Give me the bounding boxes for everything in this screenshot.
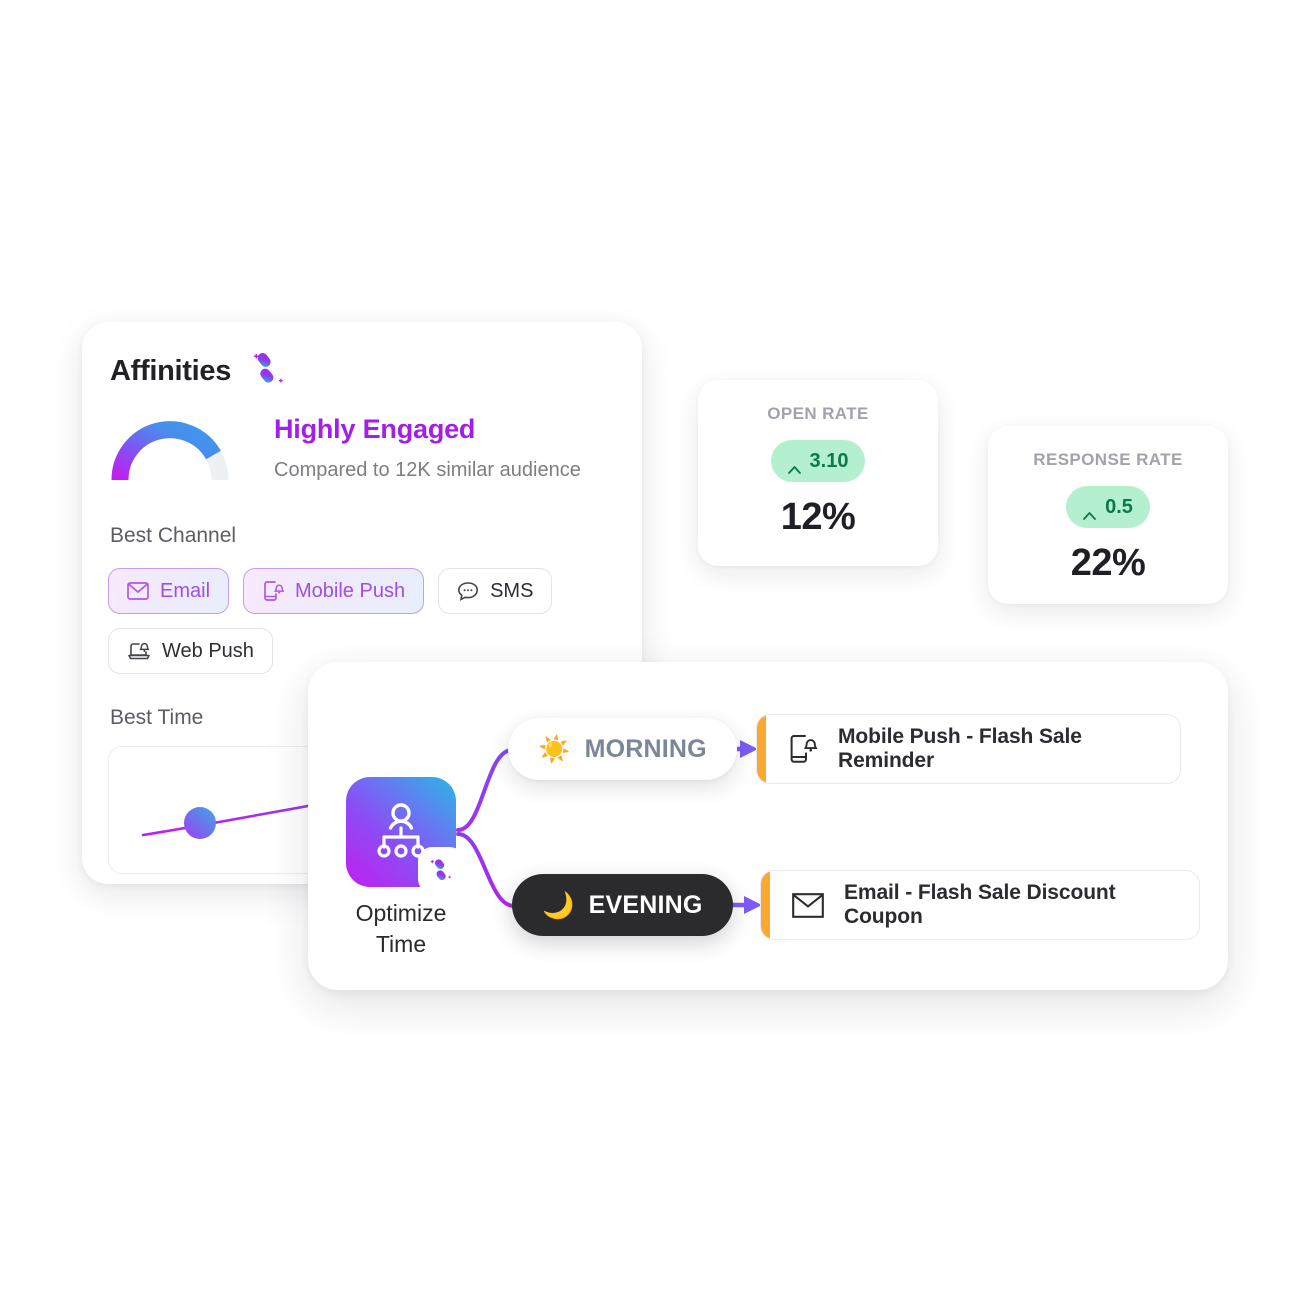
- kpi-delta-badge: 3.10: [770, 440, 866, 482]
- message-card-mobile-push[interactable]: Mobile Push - Flash Sale Reminder: [756, 714, 1181, 784]
- kpi-delta-value: 0.5: [1105, 495, 1133, 518]
- engagement-summary: Highly Engaged Compared to 12K similar a…: [108, 414, 618, 522]
- ai-sparkle-icon: [418, 847, 464, 893]
- kpi-value: 12%: [780, 496, 856, 538]
- optimize-time-flow-card: Optimize Time ☀️ MORNING Mobile Push - F…: [308, 662, 1228, 990]
- best-channel-label: Best Channel: [110, 524, 237, 547]
- caret-up-icon: [1083, 503, 1096, 520]
- channel-chip-label: SMS: [490, 579, 534, 602]
- mobile-bell-icon: [788, 733, 818, 765]
- channel-chip-web-push[interactable]: Web Push: [108, 628, 273, 674]
- channel-chip-mobile-push[interactable]: Mobile Push: [243, 568, 425, 614]
- envelope-icon: [127, 582, 149, 600]
- message-card-label: Mobile Push - Flash Sale Reminder: [838, 725, 1082, 772]
- channel-chip-label: Web Push: [162, 639, 254, 662]
- message-card-email[interactable]: Email - Flash Sale Discount Coupon: [760, 870, 1200, 940]
- optimize-time-icon[interactable]: [346, 777, 464, 893]
- engagement-subtitle: Compared to 12K similar audience: [274, 459, 581, 481]
- kpi-card-response-rate: RESPONSE RATE 0.5 22%: [988, 426, 1228, 604]
- accent-bar: [761, 871, 770, 939]
- optimize-time-caption: Optimize Time: [336, 898, 466, 960]
- time-pill-label: MORNING: [584, 734, 707, 763]
- message-card-label: Email - Flash Sale Discount Coupon: [844, 881, 1116, 928]
- channel-chip-label: Mobile Push: [295, 579, 406, 602]
- engagement-gauge: [108, 416, 232, 486]
- kpi-card-open-rate: OPEN RATE 3.10 12%: [698, 380, 938, 566]
- envelope-icon: [792, 892, 824, 918]
- optimize-caption-line2: Time: [375, 930, 427, 957]
- channel-chip-email[interactable]: Email: [108, 568, 230, 614]
- page-title: Affinities: [110, 355, 232, 387]
- laptop-bell-icon: [127, 640, 151, 662]
- time-pill-evening[interactable]: 🌙 EVENING: [512, 874, 733, 936]
- best-time-label: Best Time: [110, 706, 204, 729]
- affinities-header: Affinities: [110, 350, 287, 393]
- channel-chip-label: Email: [160, 579, 211, 602]
- chat-bubble-icon: [457, 581, 479, 601]
- kpi-label: OPEN RATE: [767, 404, 869, 423]
- accent-bar: [757, 715, 766, 783]
- channel-chip-sms[interactable]: SMS: [438, 568, 553, 614]
- crescent-moon-emoji: 🌙: [542, 890, 575, 920]
- optimize-caption-line1: Optimize: [355, 900, 447, 926]
- screenshot-root: Affinities Highly Engaged Compared to 12…: [0, 0, 1312, 1312]
- sun-emoji: ☀️: [538, 734, 571, 764]
- mobile-bell-icon: [262, 580, 285, 602]
- caret-up-icon: [787, 457, 801, 474]
- ai-sparkle-icon: [247, 350, 287, 393]
- engagement-title: Highly Engaged: [274, 414, 476, 444]
- engagement-text: Highly Engaged Compared to 12K similar a…: [274, 414, 624, 482]
- kpi-value: 22%: [1070, 542, 1146, 584]
- kpi-delta-value: 3.10: [809, 449, 849, 472]
- kpi-label: RESPONSE RATE: [1033, 450, 1183, 469]
- time-pill-label: EVENING: [588, 890, 703, 919]
- kpi-delta-badge: 0.5: [1066, 486, 1150, 528]
- time-pill-morning[interactable]: ☀️ MORNING: [508, 718, 737, 780]
- best-channel-chip-list: Email Mobile Push SMS Web Push: [108, 568, 628, 674]
